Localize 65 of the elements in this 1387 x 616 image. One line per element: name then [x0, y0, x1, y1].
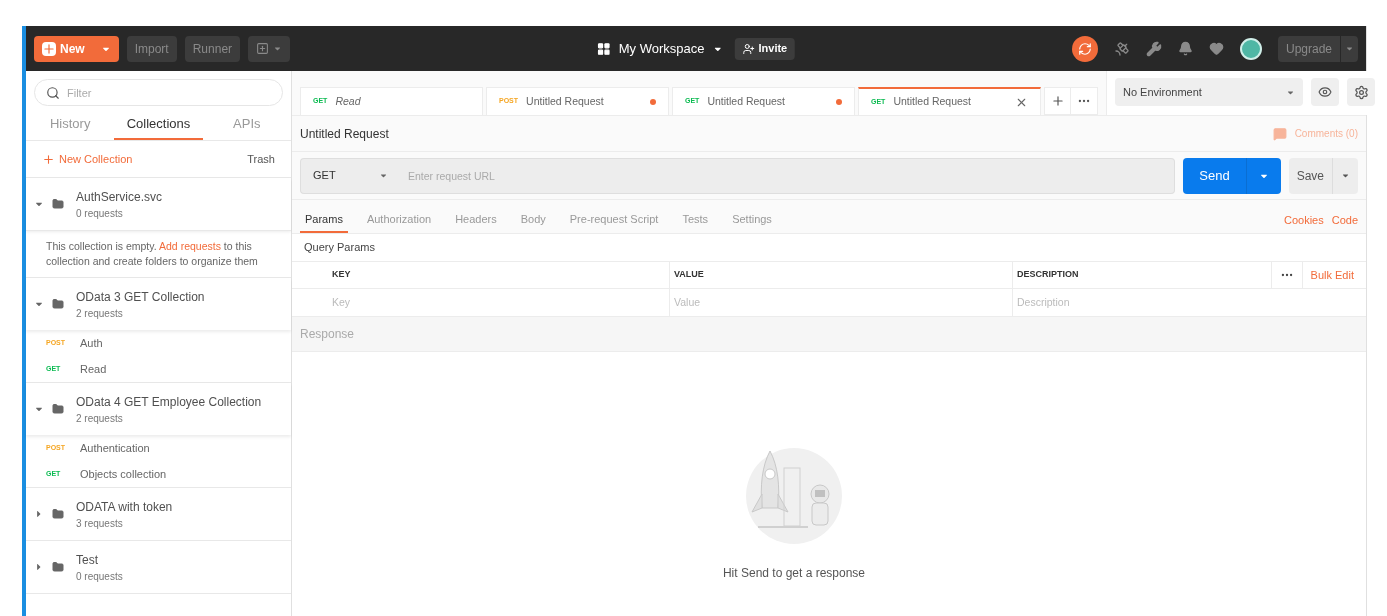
search-icon: [46, 86, 60, 100]
heart-icon[interactable]: [1208, 41, 1224, 56]
empty-collection-message: This collection is empty. Add requests to this collection and create folders to organize them: [26, 230, 291, 277]
send-button[interactable]: Send: [1183, 157, 1281, 194]
collection-name: ODATA with token: [76, 498, 173, 516]
collection-item[interactable]: OData 3 GET Collection 2 requests: [26, 278, 291, 330]
folder-icon: [52, 198, 64, 210]
new-window-button[interactable]: [248, 35, 291, 62]
eye-icon: [1318, 85, 1332, 99]
query-params-title: Query Params: [304, 240, 375, 256]
caret-icon: [1345, 44, 1354, 53]
response-title: Response: [300, 326, 355, 343]
environment-select[interactable]: No Environment: [1115, 78, 1303, 106]
sync-icon[interactable]: [1071, 35, 1098, 62]
plus-icon: [42, 41, 56, 56]
request-count: 0 requests: [76, 206, 124, 221]
toolbar-button[interactable]: Import: [126, 35, 177, 62]
upgrade-button[interactable]: Upgrade: [1277, 35, 1358, 62]
settings-icon: [1353, 84, 1369, 100]
collection-name: OData 4 GET Employee Collection: [76, 393, 262, 411]
window-plus-icon: [256, 42, 270, 55]
bell-icon[interactable]: [1177, 41, 1193, 56]
folder-icon: [52, 561, 64, 573]
filter-field[interactable]: Filter: [34, 79, 283, 106]
collection-item[interactable]: OData 4 GET Employee Collection 2 requests: [26, 383, 291, 435]
invite-button[interactable]: Invite: [734, 37, 796, 60]
sidebar-tab[interactable]: Collections: [114, 110, 203, 140]
response-hint: Hit Send to get a response: [722, 565, 866, 582]
workspace-selector[interactable]: My Workspace: [596, 38, 723, 59]
column-header: DESCRIPTION: [1017, 268, 1079, 282]
save-button[interactable]: Save: [1288, 157, 1358, 194]
satellite-icon[interactable]: [1113, 40, 1130, 57]
param-input[interactable]: Description: [1017, 294, 1362, 311]
param-input[interactable]: Value: [674, 294, 1008, 311]
collection-name: OData 3 GET Collection: [76, 288, 205, 306]
new-collection-link[interactable]: New Collection: [42, 150, 133, 168]
toolbar-button[interactable]: Runner: [184, 35, 241, 62]
caret-icon: [273, 44, 283, 53]
request-count: 0 requests: [76, 569, 123, 584]
bulk-edit-link[interactable]: Bulk Edit: [1301, 262, 1362, 288]
param-input[interactable]: Key: [332, 294, 669, 311]
column-header: KEY: [332, 268, 351, 282]
request-count: 3 requests: [76, 516, 124, 531]
comment-icon: [1272, 126, 1287, 141]
folder-icon: [52, 403, 64, 415]
folder-icon: [52, 298, 64, 310]
add-requests-link[interactable]: Add requests: [159, 240, 221, 252]
folder-icon: [52, 508, 64, 520]
avatar-icon[interactable]: [1239, 37, 1262, 60]
grid-icon: [596, 41, 611, 56]
request-title: Untitled Request: [300, 125, 389, 143]
eye-button[interactable]: [1311, 78, 1339, 106]
plus-icon: [42, 152, 55, 166]
request-count: 2 requests: [76, 411, 124, 426]
collection-name: Test: [76, 551, 99, 569]
collection-name: AuthService.svc: [76, 188, 163, 206]
caret-icon: [1341, 171, 1350, 180]
request-count: 2 requests: [76, 306, 124, 321]
column-header: VALUE: [674, 268, 704, 282]
settings-button[interactable]: [1347, 78, 1375, 106]
user-plus-icon: [742, 42, 755, 55]
trash-link[interactable]: Trash: [247, 150, 275, 168]
plus-icon: [1050, 94, 1065, 108]
collection-item[interactable]: AuthService.svc 0 requests: [26, 178, 291, 230]
wrench-icon[interactable]: [1145, 40, 1162, 57]
